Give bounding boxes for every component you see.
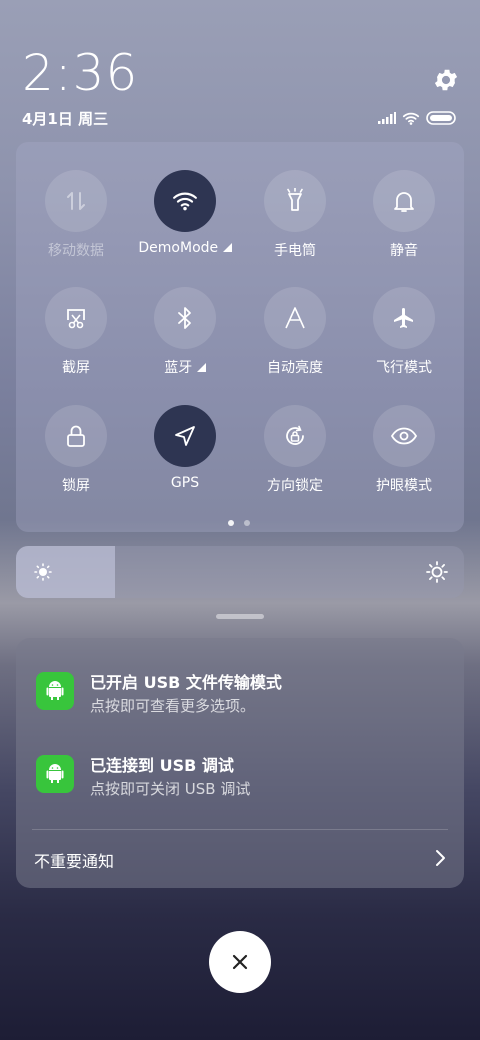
wifi-toggle[interactable]: [154, 170, 216, 232]
signal-icon: [378, 112, 396, 124]
drag-handle[interactable]: [216, 614, 264, 619]
unimportant-notifications-link[interactable]: 不重要通知: [34, 848, 114, 872]
mobile-data-toggle[interactable]: [45, 170, 107, 232]
location-icon: [175, 426, 195, 446]
tile-label: 静音: [390, 243, 418, 259]
notification-text: 点按即可查看更多选项。: [90, 697, 256, 715]
tile-label: 方向锁定: [267, 478, 323, 494]
tile-bluetooth[interactable]: 蓝牙: [130, 287, 240, 397]
clear-all-button[interactable]: [209, 931, 271, 993]
tile-label: DemoMode: [130, 240, 240, 256]
page-indicator: [228, 520, 250, 526]
tile-label-text: 蓝牙: [164, 360, 193, 376]
tile-airplane[interactable]: 飞行模式: [349, 287, 459, 397]
page-dot-active: [228, 520, 234, 526]
settings-button[interactable]: [432, 66, 460, 94]
tile-label: 飞行模式: [376, 360, 432, 376]
lock-icon: [67, 425, 85, 447]
notification-card: 已开启 USB 文件传输模式 点按即可查看更多选项。 已连接到 USB 调试 点…: [16, 638, 464, 888]
chevron-right-icon[interactable]: [434, 848, 446, 868]
close-icon: [232, 954, 248, 970]
rotation-lock-toggle[interactable]: [264, 405, 326, 467]
silent-toggle[interactable]: [373, 170, 435, 232]
tile-label: 蓝牙: [130, 357, 240, 377]
tile-demomode[interactable]: DemoMode: [130, 170, 240, 280]
android-app-icon: [36, 672, 74, 710]
tile-label: GPS: [170, 475, 200, 491]
tile-label: 手电筒: [274, 243, 316, 259]
notification-title: 已连接到 USB 调试: [90, 756, 234, 775]
tile-rotation-lock[interactable]: 方向锁定: [240, 405, 350, 515]
tile-label: 护眼模式: [376, 478, 432, 494]
tile-lock-screen[interactable]: 锁屏: [21, 405, 131, 515]
lock-screen-toggle[interactable]: [45, 405, 107, 467]
flashlight-icon: [287, 188, 303, 211]
airplane-icon: [394, 308, 413, 328]
status-icons: [378, 110, 458, 126]
brightness-slider[interactable]: [16, 546, 464, 598]
tile-flashlight[interactable]: 手电筒: [240, 170, 350, 280]
tile-mobile-data[interactable]: 移动数据: [21, 170, 131, 280]
tile-eye-care[interactable]: 护眼模式: [349, 405, 459, 515]
android-icon: [46, 764, 64, 783]
eye-icon: [390, 427, 418, 445]
notification-usb-debugging[interactable]: 已连接到 USB 调试 点按即可关闭 USB 调试: [36, 755, 446, 799]
tile-gps[interactable]: GPS: [130, 405, 240, 515]
gps-toggle[interactable]: [154, 405, 216, 467]
tile-screenshot[interactable]: 截屏: [21, 287, 131, 397]
tile-label: 截屏: [62, 360, 90, 376]
gear-icon: [434, 69, 458, 91]
date-label: 4月1日 周三: [22, 110, 109, 128]
flashlight-toggle[interactable]: [264, 170, 326, 232]
screenshot-toggle[interactable]: [45, 287, 107, 349]
mobile-data-icon: [67, 192, 85, 210]
wifi-icon: [402, 112, 420, 125]
bell-icon: [394, 192, 414, 212]
airplane-toggle[interactable]: [373, 287, 435, 349]
quick-settings-panel: 移动数据 DemoMode 手电筒 静音 截屏 蓝牙 自动亮度 飞行模式 锁屏 …: [16, 142, 464, 532]
auto-brightness-toggle[interactable]: [264, 287, 326, 349]
divider: [32, 829, 448, 830]
battery-icon: [426, 111, 456, 125]
wifi-icon: [173, 192, 197, 211]
android-icon: [46, 681, 64, 700]
android-app-icon: [36, 755, 74, 793]
eye-care-toggle[interactable]: [373, 405, 435, 467]
clock-time: 2:36: [22, 44, 139, 102]
brightness-high-icon: [426, 561, 448, 583]
tile-auto-brightness[interactable]: 自动亮度: [240, 287, 350, 397]
tile-label: 自动亮度: [267, 360, 323, 376]
notification-usb-transfer[interactable]: 已开启 USB 文件传输模式 点按即可查看更多选项。: [36, 672, 446, 716]
notification-title: 已开启 USB 文件传输模式: [90, 673, 282, 692]
expand-triangle-icon: [222, 243, 232, 252]
tile-silent[interactable]: 静音: [349, 170, 459, 280]
screenshot-icon: [67, 309, 85, 329]
tile-label: 锁屏: [62, 478, 90, 494]
brightness-fill: [16, 546, 115, 598]
tile-label: 移动数据: [48, 243, 104, 259]
bluetooth-toggle[interactable]: [154, 287, 216, 349]
page-dot: [244, 520, 250, 526]
auto-brightness-icon: [285, 307, 305, 329]
expand-triangle-icon: [196, 363, 206, 372]
notification-text: 点按即可关闭 USB 调试: [90, 780, 251, 798]
brightness-low-icon: [34, 563, 52, 581]
tile-label-text: DemoMode: [138, 240, 219, 256]
bluetooth-icon: [178, 307, 191, 329]
rotation-lock-icon: [286, 425, 304, 445]
